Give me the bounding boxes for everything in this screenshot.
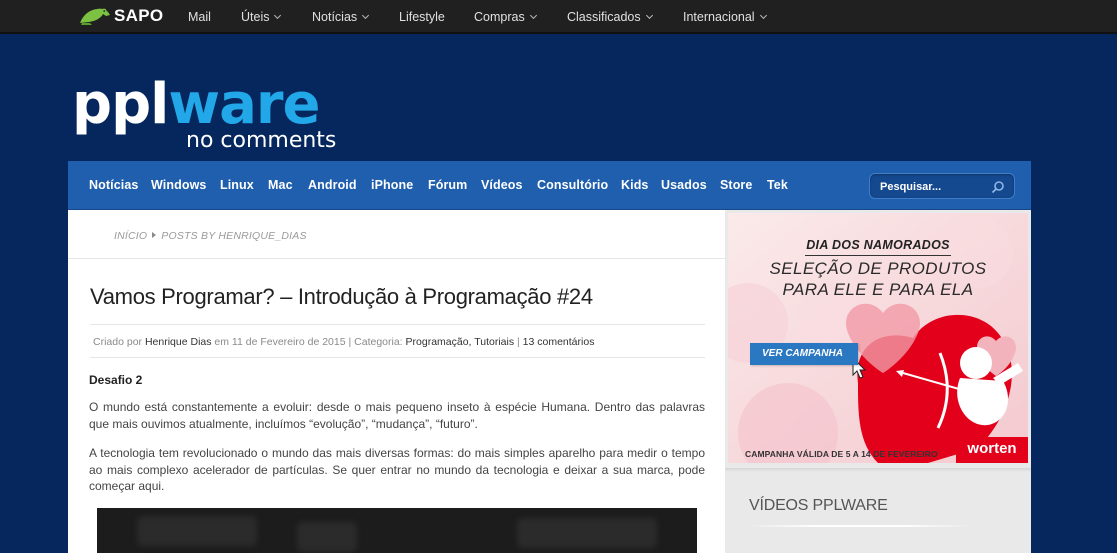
divider xyxy=(90,357,705,358)
sapo-nav-noticias[interactable]: Notícias xyxy=(312,10,370,24)
post-paragraph: A tecnologia tem revolucionado o mundo d… xyxy=(89,446,705,493)
nav-linux[interactable]: Linux xyxy=(220,178,254,192)
sapo-nav-compras[interactable]: Compras xyxy=(474,10,537,24)
sapo-nav-lifestyle[interactable]: Lifestyle xyxy=(399,10,445,24)
ad-headline-2: PARA ELE E PARA ELA xyxy=(782,280,974,299)
ad-footer-text: CAMPANHA VÁLIDA DE 5 A 14 DE FEVEREIRO xyxy=(745,449,938,459)
nav-consultorio[interactable]: Consultório xyxy=(537,178,608,192)
meta-separator: | xyxy=(517,336,520,348)
meta-comments-link[interactable]: 13 comentários xyxy=(523,336,595,348)
divider xyxy=(68,258,725,259)
logo-tagline: no comments xyxy=(186,128,336,150)
chevron-down-icon xyxy=(529,11,537,20)
meta-created-label: Criado por xyxy=(93,336,143,348)
worten-ad-banner[interactable]: DIA DOS NAMORADOS SELEÇÃO DE PRODUTOS PA… xyxy=(728,213,1028,463)
breadcrumb-current: Posts by henrique_dias xyxy=(161,230,307,242)
sapo-nav-classificados[interactable]: Classificados xyxy=(567,10,653,24)
search-box xyxy=(869,173,1015,199)
sidebar-videos-title: VÍDEOS PPLWARE xyxy=(749,497,888,514)
meta-category-label: Categoria: xyxy=(354,336,403,348)
sapo-logo[interactable]: SAPO xyxy=(79,5,163,27)
chevron-down-icon xyxy=(362,11,370,20)
sidebar: DIA DOS NAMORADOS SELEÇÃO DE PRODUTOS PA… xyxy=(725,210,1031,553)
breadcrumb-arrow-icon xyxy=(152,232,157,238)
embedded-video[interactable] xyxy=(97,508,697,553)
nav-forum[interactable]: Fórum xyxy=(428,178,467,192)
meta-separator: | xyxy=(348,336,352,348)
sapo-nav-mail[interactable]: Mail xyxy=(188,10,211,24)
nav-noticias[interactable]: Notícias xyxy=(89,178,138,192)
chevron-down-icon xyxy=(645,11,653,20)
post-paragraph: O mundo está constantemente a evoluir: d… xyxy=(89,400,705,431)
meta-date: em 11 de Fevereiro de 2015 xyxy=(214,336,346,348)
nav-windows[interactable]: Windows xyxy=(151,178,206,192)
nav-iphone[interactable]: iPhone xyxy=(371,178,413,192)
nav-tek[interactable]: Tek xyxy=(767,178,788,192)
nav-videos[interactable]: Vídeos xyxy=(481,178,523,192)
main-navigation: Notícias Windows Linux Mac Android iPhon… xyxy=(68,161,1031,210)
sidebar-separator xyxy=(725,468,1031,472)
breadcrumb: Início Posts by henrique_dias xyxy=(114,230,307,242)
post-title[interactable]: Vamos Programar? – Introdução à Programa… xyxy=(90,284,593,310)
breadcrumb-home[interactable]: Início xyxy=(114,230,147,242)
post-meta: Criado por Henrique Dias em 11 de Fevere… xyxy=(93,336,595,348)
post-content: Início Posts by henrique_dias Vamos Progr… xyxy=(68,210,725,553)
meta-category-link[interactable]: Tutoriais xyxy=(474,336,514,348)
nav-kids[interactable]: Kids xyxy=(621,178,649,192)
sapo-nav-uteis[interactable]: Úteis xyxy=(241,10,282,24)
ad-title: DIA DOS NAMORADOS xyxy=(806,238,950,252)
ad-title-underline xyxy=(805,255,951,256)
sapo-top-bar: SAPO Mail Úteis Notícias Lifestyle Compr… xyxy=(0,0,1117,34)
worten-logo: worten xyxy=(956,437,1028,463)
search-input[interactable] xyxy=(880,178,990,195)
sapo-frog-icon xyxy=(80,8,110,25)
nav-mac[interactable]: Mac xyxy=(268,178,293,192)
meta-category-link[interactable]: Programação xyxy=(406,336,469,348)
search-icon[interactable] xyxy=(991,180,1005,194)
nav-android[interactable]: Android xyxy=(308,178,357,192)
pplware-logo[interactable]: pplware no comments xyxy=(72,78,392,150)
meta-author-link[interactable]: Henrique Dias xyxy=(145,336,212,348)
nav-store[interactable]: Store xyxy=(720,178,752,192)
nav-usados[interactable]: Usados xyxy=(661,178,707,192)
chevron-down-icon xyxy=(759,11,767,20)
divider xyxy=(90,324,705,325)
sapo-brand-text: SAPO xyxy=(114,6,164,25)
post-subheading: Desafio 2 xyxy=(89,373,143,387)
ver-campanha-button[interactable]: VER CAMPANHA xyxy=(750,343,858,365)
ad-headline-1: SELEÇÃO DE PRODUTOS xyxy=(769,259,987,278)
sapo-nav-internacional[interactable]: Internacional xyxy=(683,10,767,24)
chevron-down-icon xyxy=(274,11,282,20)
sidebar-title-underline xyxy=(747,525,971,527)
